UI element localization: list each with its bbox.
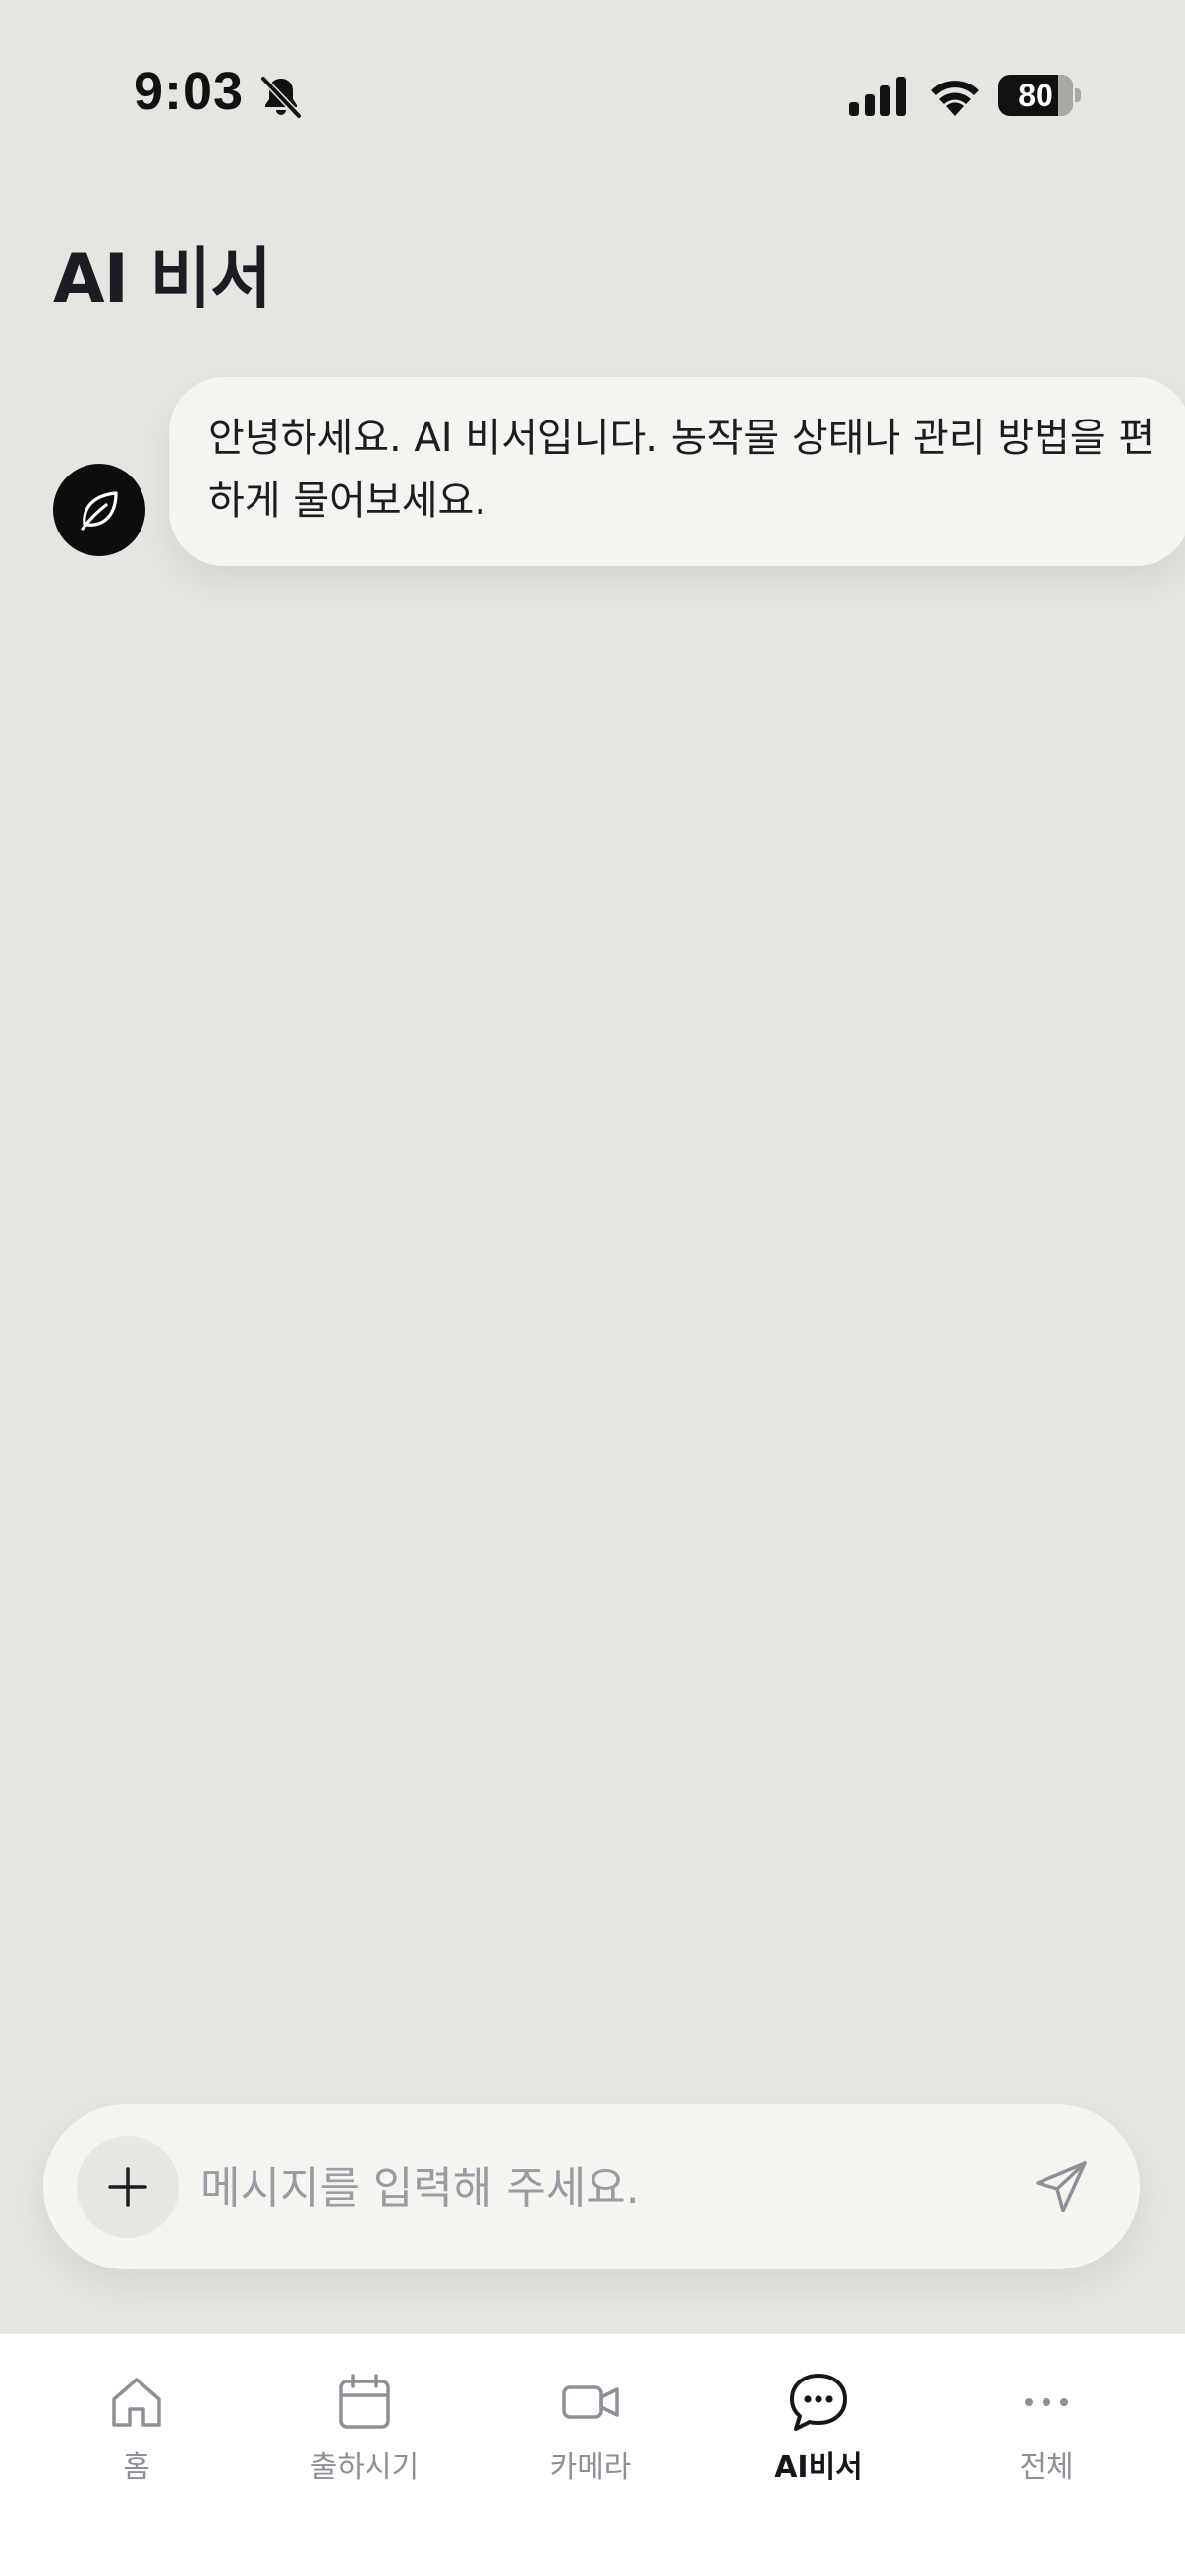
bell-off-icon (260, 76, 302, 119)
nav-item-shipping[interactable]: 출하시기 (276, 2370, 453, 2497)
video-camera-icon (562, 2385, 619, 2419)
nav-label-ai-assistant: AI비서 (774, 2450, 863, 2485)
status-time: 9:03 (134, 62, 245, 121)
add-attachment-button[interactable] (77, 2136, 179, 2238)
nav-item-camera[interactable]: 카메라 (502, 2370, 679, 2497)
more-icon (1025, 2398, 1068, 2406)
send-icon (1036, 2161, 1087, 2212)
nav-item-all[interactable]: 전체 (958, 2370, 1135, 2497)
page-title: AI 비서 (53, 241, 272, 318)
leaf-icon (81, 491, 118, 531)
bottom-nav: 홈 출하시기 카메라 AI비서 전체 (0, 2334, 1185, 2576)
battery-level: 80 (1018, 78, 1053, 113)
battery-icon: 80 (998, 75, 1081, 116)
calendar-icon (339, 2374, 390, 2429)
bot-message-bubble: 안녕하세요. AI 비서입니다. 농작물 상태나 관리 방법을 편하게 물어보세… (169, 377, 1185, 566)
nav-label-shipping: 출하시기 (310, 2450, 420, 2485)
nav-label-home: 홈 (123, 2450, 150, 2485)
home-icon (112, 2378, 161, 2427)
nav-label-all: 전체 (1019, 2450, 1074, 2485)
nav-item-home[interactable]: 홈 (48, 2370, 225, 2497)
wifi-icon (931, 81, 979, 116)
chat-bubble-icon (790, 2374, 847, 2431)
bot-avatar (53, 464, 145, 556)
chat-area: 안녕하세요. AI 비서입니다. 농작물 상태나 관리 방법을 편하게 물어보세… (0, 352, 1185, 2100)
nav-label-camera: 카메라 (549, 2450, 632, 2485)
message-composer (43, 2104, 1140, 2269)
message-input[interactable] (198, 2148, 1008, 2228)
signal-icon (849, 77, 906, 116)
send-button[interactable] (1022, 2148, 1100, 2226)
status-bar: 9:03 80 (0, 0, 1185, 187)
plus-icon (108, 2167, 147, 2207)
nav-item-ai-assistant[interactable]: AI비서 (730, 2370, 907, 2497)
